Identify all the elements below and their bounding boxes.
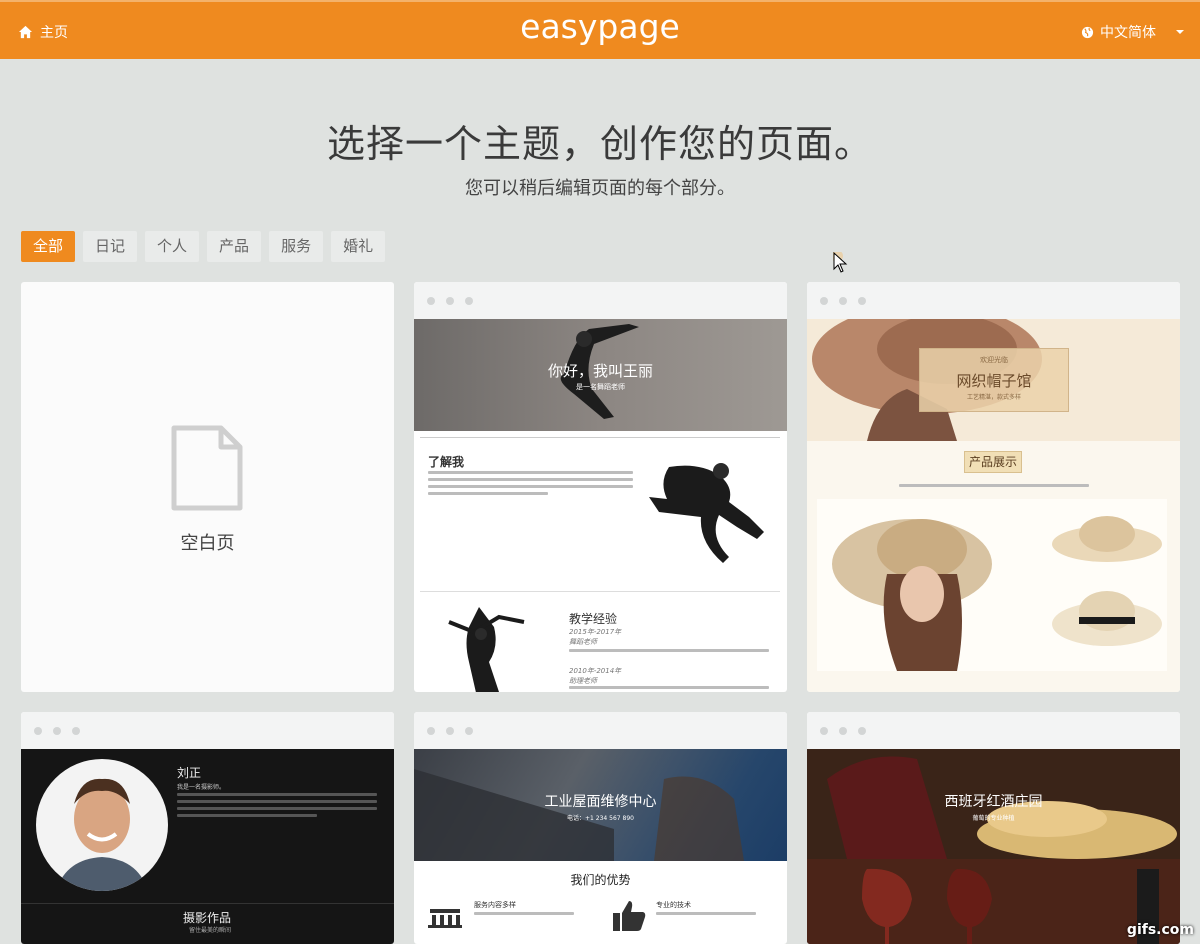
browser-bar bbox=[807, 282, 1180, 319]
home-label: 主页 bbox=[40, 25, 68, 41]
filter-personal[interactable]: 个人 bbox=[145, 231, 200, 262]
browser-bar bbox=[414, 712, 787, 749]
experience-title: 教学经验 bbox=[569, 612, 618, 626]
logo-text: easypage bbox=[520, 7, 680, 46]
top-bar: 主页 easypage 中文简体 bbox=[0, 0, 1200, 59]
roof-phone: 电话：+1 234 567 890 bbox=[567, 815, 634, 822]
template-card-roofing[interactable]: 工业屋面维修中心 电话：+1 234 567 890 我们的优势 服务内容多样 … bbox=[414, 712, 787, 944]
experience-year-2: 2010年-2014年 bbox=[569, 667, 622, 675]
page-subtitle: 您可以稍后编辑页面的每个部分。 bbox=[465, 178, 735, 199]
browser-bar bbox=[807, 712, 1180, 749]
hero-image: 你好，我叫王丽 是一名舞蹈老师 bbox=[414, 319, 787, 431]
avatar bbox=[36, 759, 168, 891]
dancer-figure-2 bbox=[448, 607, 525, 692]
blank-page-icon bbox=[171, 425, 243, 511]
roof-feature-2: 专业的技术 bbox=[656, 901, 691, 909]
template-card-dancer[interactable]: 你好，我叫王丽 是一名舞蹈老师 了解我 教学经验 2015年-2017年 舞蹈老… bbox=[414, 282, 787, 692]
language-label: 中文简体 bbox=[1100, 25, 1156, 41]
globe-icon bbox=[1081, 26, 1094, 38]
wine-hero-sub: 葡萄的专业种植 bbox=[972, 815, 1015, 822]
building-icon bbox=[428, 909, 462, 928]
blank-page-label: 空白页 bbox=[180, 533, 235, 554]
hat-section-title: 产品展示 bbox=[964, 451, 1022, 473]
template-card-hat-shop[interactable]: 欢迎光临 网织帽子馆 工艺精湛，款式多样 产品展示 bbox=[807, 282, 1180, 692]
browser-bar bbox=[414, 282, 787, 319]
experience-year-1: 2015年-2017年 bbox=[569, 628, 622, 636]
thumbs-up-icon bbox=[613, 901, 646, 931]
watermark: gifs.com bbox=[1126, 922, 1194, 938]
template-card-personal[interactable]: 刘正 我是一名摄影师。 摄影作品 留住最美的瞬间 bbox=[21, 712, 394, 944]
hat-hero-sub: 工艺精湛，款式多样 bbox=[966, 394, 1021, 401]
filter-product[interactable]: 产品 bbox=[207, 231, 262, 262]
browser-bar bbox=[21, 712, 394, 749]
chevron-down-icon bbox=[1176, 30, 1184, 34]
filter-wedding[interactable]: 婚礼 bbox=[331, 231, 386, 262]
wine-image bbox=[807, 749, 1180, 944]
template-preview: 工业屋面维修中心 电话：+1 234 567 890 我们的优势 服务内容多样 … bbox=[414, 749, 787, 944]
hero-image: 工业屋面维修中心 电话：+1 234 567 890 bbox=[414, 749, 787, 861]
filter-all[interactable]: 全部 bbox=[21, 231, 76, 262]
language-selector[interactable]: 中文简体 bbox=[1081, 22, 1184, 42]
roof-section-title: 我们的优势 bbox=[570, 873, 631, 887]
roof-feature-1: 服务内容多样 bbox=[474, 901, 516, 909]
page-title: 选择一个主题，创作您的页面。 bbox=[326, 122, 873, 166]
personal-works-title: 摄影作品 bbox=[183, 911, 232, 925]
personal-works-sub: 留住最美的瞬间 bbox=[189, 927, 232, 934]
wine-hero-title: 西班牙红酒庄园 bbox=[944, 794, 1043, 810]
mouse-cursor-icon bbox=[833, 252, 848, 273]
template-preview: 西班牙红酒庄园 葡萄的专业种植 bbox=[807, 749, 1180, 944]
easypage-logo[interactable]: easypage bbox=[518, 7, 682, 51]
home-icon bbox=[18, 25, 33, 39]
hat-welcome: 欢迎光临 bbox=[980, 356, 1008, 364]
category-filters: 全部 日记 个人 产品 服务 婚礼 bbox=[21, 231, 386, 262]
filter-service[interactable]: 服务 bbox=[269, 231, 324, 262]
template-preview: 欢迎光临 网织帽子馆 工艺精湛，款式多样 产品展示 bbox=[807, 319, 1180, 692]
dancer-hero-title: 你好，我叫王丽 bbox=[547, 362, 653, 380]
hat-hero-title: 网织帽子馆 bbox=[956, 372, 1032, 390]
dancer-figure bbox=[649, 463, 764, 563]
template-preview: 刘正 我是一名摄影师。 摄影作品 留住最美的瞬间 bbox=[21, 749, 394, 944]
personal-name: 刘正 bbox=[177, 766, 202, 780]
experience-role-1: 舞蹈老师 bbox=[569, 638, 597, 646]
roof-hero-title: 工业屋面维修中心 bbox=[544, 794, 657, 810]
hero-image: 欢迎光临 网织帽子馆 工艺精湛，款式多样 bbox=[807, 319, 1180, 441]
product-image bbox=[817, 499, 1167, 671]
home-link[interactable]: 主页 bbox=[18, 22, 68, 42]
template-card-winery[interactable]: 西班牙红酒庄园 葡萄的专业种植 bbox=[807, 712, 1180, 944]
experience-role-2: 助理老师 bbox=[569, 677, 597, 685]
template-card-blank[interactable]: 空白页 bbox=[21, 282, 394, 692]
personal-intro: 我是一名摄影师。 bbox=[177, 784, 226, 791]
filter-diary[interactable]: 日记 bbox=[83, 231, 138, 262]
template-preview: 你好，我叫王丽 是一名舞蹈老师 了解我 教学经验 2015年-2017年 舞蹈老… bbox=[414, 319, 787, 692]
about-title: 了解我 bbox=[428, 455, 465, 469]
dancer-hero-sub: 是一名舞蹈老师 bbox=[576, 383, 625, 391]
